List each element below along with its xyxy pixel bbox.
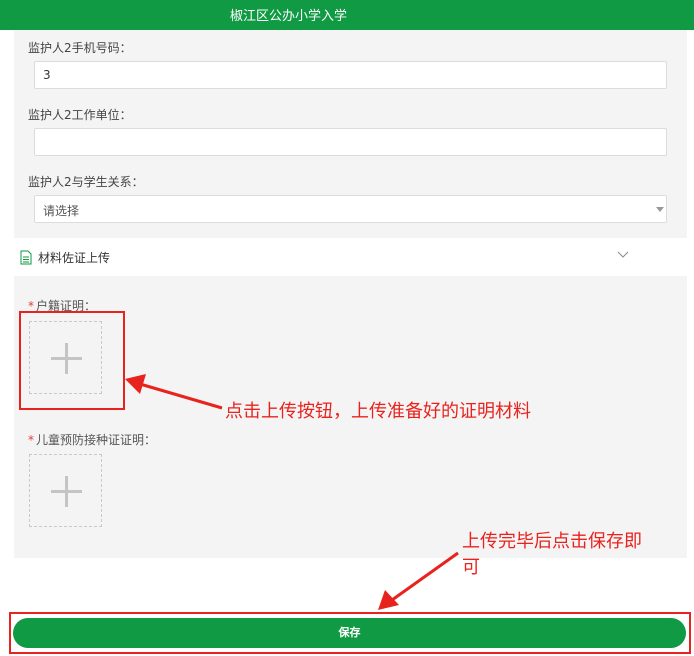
save-hint-line1: 上传完毕后点击保存即 bbox=[462, 531, 642, 552]
vaccination-cert-label: * 儿童预防接种证证明： bbox=[28, 433, 157, 447]
app-header: 椒江区公办小学入学 bbox=[0, 0, 694, 30]
materials-section-title: 材料佐证上传 bbox=[38, 251, 111, 265]
upload-highlight-frame bbox=[19, 311, 125, 410]
select-caret-icon bbox=[656, 207, 664, 212]
chevron-down-icon[interactable] bbox=[617, 248, 629, 260]
plus-icon bbox=[51, 476, 82, 507]
guardian2-relation-select[interactable]: 请选择 bbox=[34, 195, 667, 223]
vaccination-cert-upload-button[interactable] bbox=[29, 454, 102, 527]
materials-section-header[interactable]: 材料佐证上传 bbox=[14, 240, 687, 275]
document-icon bbox=[20, 250, 32, 265]
page-root: 椒江区公办小学入学 监护人2手机号码： 3 监护人2工作单位： 监护人2与学生关… bbox=[0, 0, 694, 656]
arrow-icon bbox=[378, 551, 459, 610]
page-title: 椒江区公办小学入学 bbox=[230, 9, 348, 24]
guardian2-work-label: 监护人2工作单位： bbox=[28, 108, 132, 122]
save-button[interactable]: 保存 bbox=[13, 618, 686, 648]
guardian2-work-input[interactable] bbox=[34, 128, 667, 156]
guardian2-phone-input[interactable]: 3 bbox=[34, 61, 667, 89]
guardian-form: 监护人2手机号码： 3 监护人2工作单位： 监护人2与学生关系： 请选择 bbox=[14, 30, 687, 238]
save-hint-line2: 可 bbox=[462, 557, 480, 578]
guardian2-relation-selected: 请选择 bbox=[43, 204, 80, 218]
guardian2-relation-label: 监护人2与学生关系： bbox=[28, 175, 144, 189]
upload-hint-annotation: 点击上传按钮，上传准备好的证明材料 bbox=[225, 401, 531, 422]
required-mark: * bbox=[28, 433, 34, 447]
guardian2-phone-label: 监护人2手机号码： bbox=[28, 41, 132, 55]
